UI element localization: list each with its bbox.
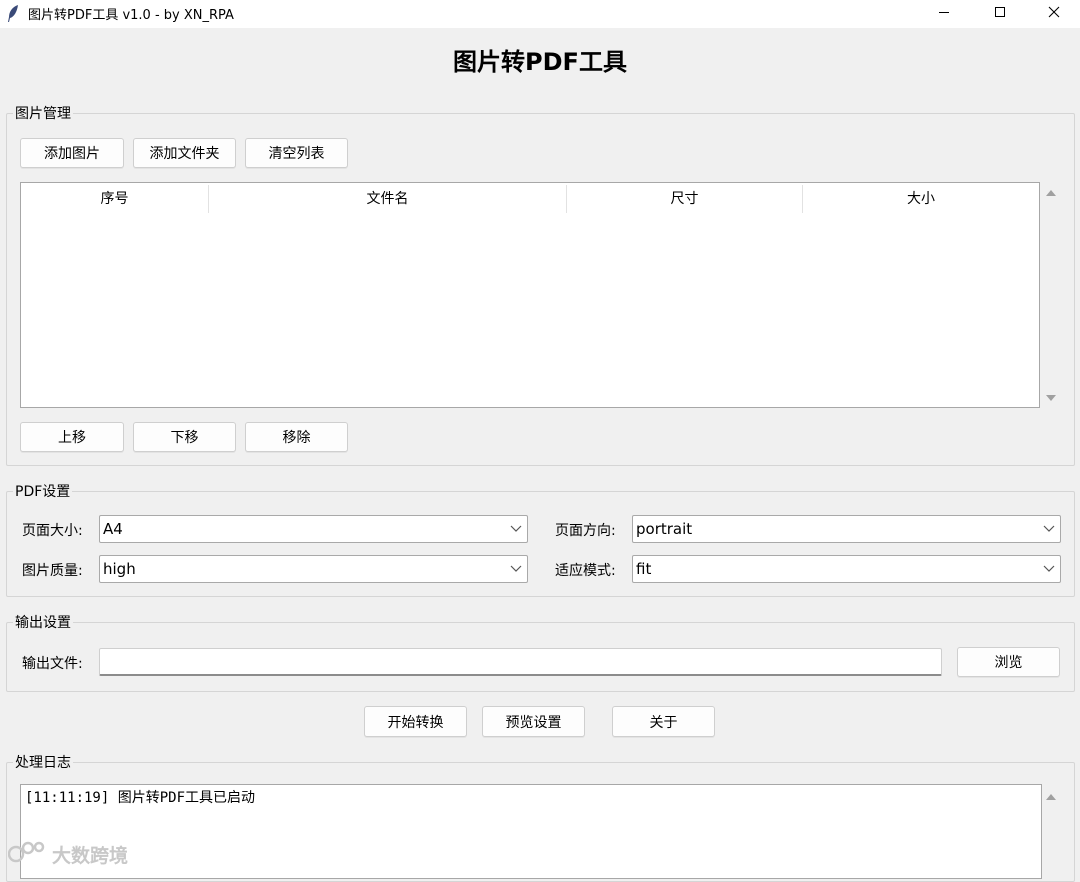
window-title: 图片转PDF工具 v1.0 - by XN_RPA [28,8,234,23]
start-convert-button[interactable]: 开始转换 [364,706,467,737]
page-size-value: A4 [103,520,123,538]
chevron-down-icon[interactable] [505,555,527,583]
image-list-table[interactable]: 序号 文件名 尺寸 大小 [20,182,1040,408]
page-title: 图片转PDF工具 [453,48,627,76]
chevron-down-icon[interactable] [505,515,527,543]
feather-icon [7,5,19,23]
maximize-button[interactable] [972,0,1028,28]
image-management-label: 图片管理 [13,103,73,123]
chevron-down-icon[interactable] [1038,515,1060,543]
pdf-settings-label: PDF设置 [13,481,73,501]
move-up-button[interactable]: 上移 [20,422,124,452]
browse-button[interactable]: 浏览 [957,647,1060,677]
watermark: 大数跨境 [7,840,129,869]
about-button[interactable]: 关于 [612,706,715,737]
fit-mode-select[interactable]: fit [632,555,1061,583]
scroll-down-icon[interactable] [1044,391,1058,405]
log-label: 处理日志 [13,752,73,772]
remove-button[interactable]: 移除 [245,422,348,452]
move-down-button[interactable]: 下移 [133,422,236,452]
orientation-value: portrait [636,520,693,538]
close-button[interactable] [1028,0,1080,28]
orientation-label: 页面方向: [555,523,616,539]
add-folder-button[interactable]: 添加文件夹 [133,138,236,168]
maximize-icon [994,6,1006,22]
output-file-label: 输出文件: [22,656,83,672]
minimize-icon [938,6,950,22]
column-header-filename[interactable]: 文件名 [209,183,566,213]
scroll-up-icon[interactable] [1044,790,1058,804]
watermark-text: 大数跨境 [52,845,129,867]
quality-value: high [103,560,136,578]
close-icon [1048,6,1060,22]
fit-mode-label: 适应模式: [555,563,616,579]
page-size-label: 页面大小: [22,523,83,539]
quality-label: 图片质量: [22,563,83,579]
minimize-button[interactable] [916,0,972,28]
log-line: [11:11:19] 图片转PDF工具已启动 [25,790,256,806]
column-header-index[interactable]: 序号 [21,183,208,213]
scroll-up-icon[interactable] [1044,186,1058,200]
output-settings-label: 输出设置 [13,612,73,632]
log-textbox[interactable]: [11:11:19] 图片转PDF工具已启动 [20,784,1042,879]
watermark-logo-icon [7,840,48,869]
clear-list-button[interactable]: 清空列表 [245,138,348,168]
page-size-select[interactable]: A4 [99,515,528,543]
column-header-dimensions[interactable]: 尺寸 [567,183,802,213]
quality-select[interactable]: high [99,555,528,583]
fit-mode-value: fit [636,560,652,578]
preview-settings-button[interactable]: 预览设置 [482,706,585,737]
add-image-button[interactable]: 添加图片 [20,138,124,168]
orientation-select[interactable]: portrait [632,515,1061,543]
output-file-input[interactable] [99,648,942,676]
chevron-down-icon[interactable] [1038,555,1060,583]
column-header-size[interactable]: 大小 [803,183,1039,213]
